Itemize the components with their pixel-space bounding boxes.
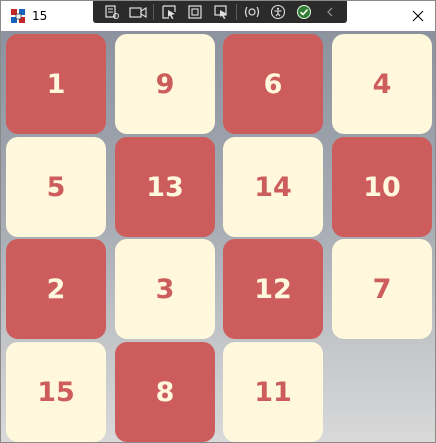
app-window: 15 1 9 6 4 5 13 14 10 2 3 12 7 15 8 11 [0,0,436,443]
toggle-visibility-icon[interactable] [182,1,208,23]
tile-label: 2 [46,273,66,305]
puzzle-tile[interactable]: 9 [115,34,215,134]
tile-label: 10 [363,171,401,203]
xaml-debug-toolbar [93,1,347,23]
hot-reload-icon[interactable] [239,1,265,23]
tile-label: 8 [155,376,175,408]
checkmark-status-icon[interactable] [291,1,317,23]
tile-label: 3 [155,273,175,305]
puzzle-tile[interactable]: 14 [223,137,323,237]
accessibility-icon[interactable] [265,1,291,23]
puzzle-tile[interactable]: 15 [6,342,106,442]
puzzle-tile[interactable]: 12 [223,239,323,339]
tile-label: 12 [254,273,292,305]
close-button[interactable] [401,1,435,31]
collapse-chevron-icon[interactable] [317,1,343,23]
tile-label: 5 [46,171,66,203]
puzzle-tile[interactable]: 8 [115,342,215,442]
tile-label: 15 [37,376,75,408]
window-title: 15 [32,9,48,23]
puzzle-tile[interactable]: 5 [6,137,106,237]
preview-selection-icon[interactable] [208,1,234,23]
puzzle-tile[interactable]: 7 [332,239,432,339]
tile-label: 4 [372,68,392,100]
tile-label: 14 [254,171,292,203]
puzzle-tile[interactable]: 11 [223,342,323,442]
tile-label: 6 [263,68,283,100]
select-element-icon[interactable] [99,1,125,23]
puzzle-tile[interactable]: 6 [223,34,323,134]
puzzle-tile[interactable]: 3 [115,239,215,339]
track-focused-element-icon[interactable] [156,1,182,23]
tile-label: 11 [254,376,292,408]
tile-label: 13 [146,171,184,203]
close-icon [412,10,424,22]
puzzle-board: 1 9 6 4 5 13 14 10 2 3 12 7 15 8 11 [1,31,435,442]
puzzle-tile[interactable]: 4 [332,34,432,134]
puzzle-tile[interactable]: 13 [115,137,215,237]
display-layout-adorners-icon[interactable] [125,1,151,23]
puzzle-tile[interactable]: 1 [6,34,106,134]
toolbar-separator [236,4,237,20]
toolbar-separator [153,4,154,20]
tile-label: 9 [155,68,175,100]
app-icon [10,8,26,24]
puzzle-tile[interactable]: 2 [6,239,106,339]
tile-label: 7 [372,273,392,305]
tile-label: 1 [46,68,66,100]
puzzle-tile[interactable]: 10 [332,137,432,237]
